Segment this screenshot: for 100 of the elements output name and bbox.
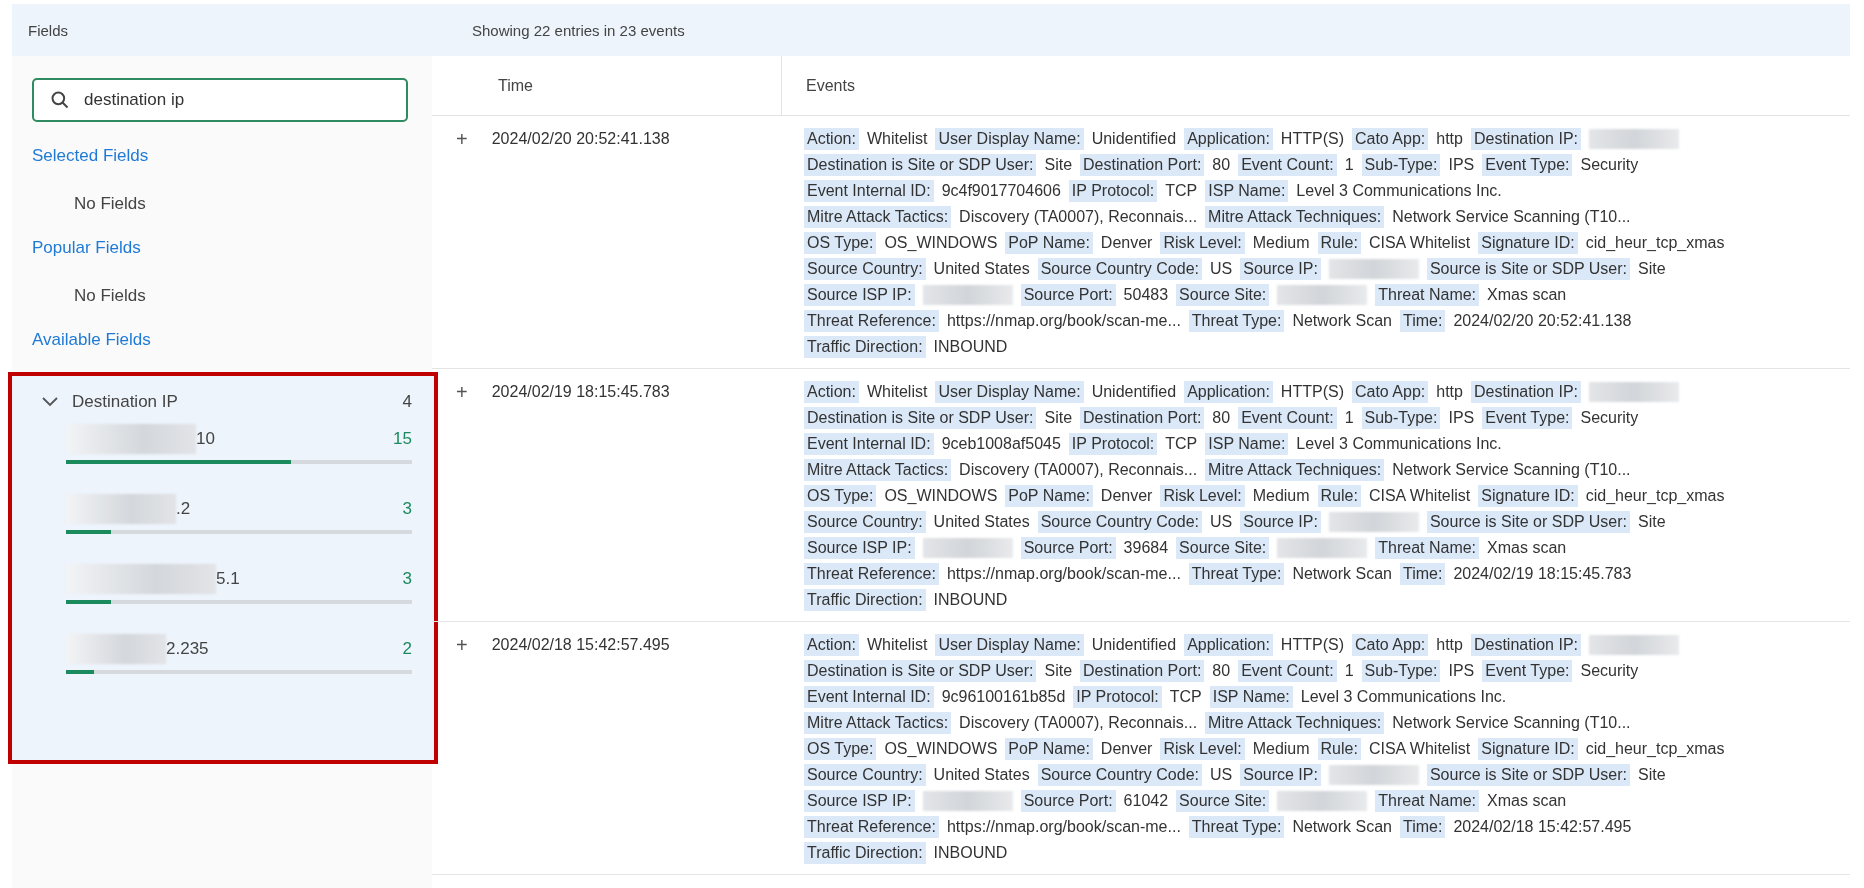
section-heading: Selected Fields bbox=[32, 146, 150, 166]
field-value: Security bbox=[1580, 408, 1639, 428]
field-value: Unidentified bbox=[1091, 635, 1177, 655]
field-value: Denver bbox=[1100, 486, 1153, 506]
field-label: ISP Name: bbox=[1205, 433, 1289, 455]
field-label: Threat Reference: bbox=[804, 310, 939, 332]
field-value: Site bbox=[1638, 259, 1666, 279]
field-label: Source Site: bbox=[1176, 790, 1270, 812]
field-label: Destination IP: bbox=[1470, 634, 1581, 656]
field-value: 39684 bbox=[1123, 538, 1169, 558]
expand-button[interactable]: + bbox=[456, 128, 468, 150]
field-value: Medium bbox=[1252, 486, 1310, 506]
field-value: Level 3 Communications Inc. bbox=[1296, 181, 1502, 201]
field-label: Source ISP IP: bbox=[804, 537, 915, 559]
field-value: TCP bbox=[1165, 434, 1198, 454]
value-text[interactable]: 10 bbox=[196, 429, 394, 449]
field-value: Network Scan bbox=[1292, 817, 1392, 837]
field-value: Level 3 Communications Inc. bbox=[1300, 687, 1507, 707]
summary-text: Showing 22 entries in 23 events bbox=[472, 21, 685, 39]
field-value: Whitelist bbox=[866, 129, 928, 149]
field-label: Event Internal ID: bbox=[804, 686, 934, 708]
field-label: Source Country Code: bbox=[1037, 764, 1202, 786]
field-value: HTTP(S) bbox=[1280, 382, 1344, 402]
field-label: Mitre Attack Techniques: bbox=[1205, 206, 1385, 228]
field-label: Action: bbox=[804, 634, 859, 656]
field-value: IPS bbox=[1448, 408, 1475, 428]
value-text[interactable]: .2 bbox=[176, 499, 403, 519]
column-header: Events bbox=[805, 75, 855, 96]
field-name[interactable]: Destination IP bbox=[72, 392, 389, 412]
field-value: cid_heur_tcp_xmas bbox=[1585, 739, 1725, 759]
field-value: Security bbox=[1580, 155, 1639, 175]
field-value: CISA Whitelist bbox=[1368, 486, 1471, 506]
field-label: Event Type: bbox=[1482, 660, 1573, 682]
field-value: Network Service Scanning (T10... bbox=[1392, 713, 1631, 733]
field-label: Threat Name: bbox=[1375, 790, 1480, 812]
field-value: OS_WINDOWS bbox=[884, 486, 998, 506]
value-count: 15 bbox=[393, 429, 412, 449]
field-value: Network Scan bbox=[1292, 564, 1392, 584]
field-value: INBOUND bbox=[933, 337, 1008, 357]
field-label: Source IP: bbox=[1240, 764, 1321, 786]
field-label: Source IP: bbox=[1240, 511, 1321, 533]
field-value: US bbox=[1210, 765, 1233, 785]
value-text[interactable]: 2.235 bbox=[166, 639, 403, 659]
field-value: https://nmap.org/book/scan-me... bbox=[946, 311, 1181, 331]
field-label: Event Type: bbox=[1482, 154, 1573, 176]
field-value: cid_heur_tcp_xmas bbox=[1585, 486, 1725, 506]
field-label: Destination Port: bbox=[1080, 154, 1205, 176]
field-value: INBOUND bbox=[933, 843, 1008, 863]
field-label: IP Protocol: bbox=[1068, 433, 1158, 455]
section-heading: Available Fields bbox=[32, 330, 152, 350]
field-label: Source is Site or SDP User: bbox=[1426, 258, 1631, 280]
field-label: Source ISP IP: bbox=[804, 284, 915, 306]
field-value: Whitelist bbox=[866, 635, 928, 655]
empty-text: No Fields bbox=[74, 194, 147, 214]
section-heading: Popular Fields bbox=[32, 238, 142, 258]
field-label: Time: bbox=[1399, 310, 1446, 332]
field-value: Discovery (TA0007), Reconnais... bbox=[959, 207, 1198, 227]
field-value: Xmas scan bbox=[1487, 285, 1567, 305]
field-label: Threat Type: bbox=[1188, 310, 1285, 332]
field-label: Destination is Site or SDP User: bbox=[804, 154, 1037, 176]
field-label: Event Count: bbox=[1238, 660, 1337, 682]
field-label: Source Country Code: bbox=[1037, 258, 1202, 280]
field-value: TCP bbox=[1169, 687, 1202, 707]
field-label: User Display Name: bbox=[935, 128, 1084, 150]
field-value: US bbox=[1210, 259, 1233, 279]
field-value: OS_WINDOWS bbox=[884, 739, 998, 759]
field-count: 4 bbox=[402, 392, 412, 412]
field-value: Site bbox=[1638, 512, 1666, 532]
field-label: Event Count: bbox=[1238, 407, 1337, 429]
field-label: Event Count: bbox=[1238, 154, 1337, 176]
field-value: cid_heur_tcp_xmas bbox=[1585, 233, 1725, 253]
field-value: 9c96100161b85d bbox=[941, 687, 1066, 707]
value-text[interactable]: 5.1 bbox=[216, 569, 403, 589]
field-value: 1 bbox=[1344, 155, 1354, 175]
field-label: OS Type: bbox=[804, 232, 877, 254]
chevron-icon[interactable] bbox=[42, 397, 58, 407]
field-label: Source Site: bbox=[1176, 284, 1270, 306]
expand-button[interactable]: + bbox=[456, 634, 468, 656]
field-label: Sub-Type: bbox=[1361, 407, 1441, 429]
field-label: Mitre Attack Tactics: bbox=[804, 459, 952, 481]
field-label: Mitre Attack Techniques: bbox=[1205, 712, 1385, 734]
field-value: http bbox=[1436, 129, 1463, 149]
field-value: 2024/02/20 20:52:41.138 bbox=[1453, 311, 1632, 331]
field-value: HTTP(S) bbox=[1280, 129, 1344, 149]
field-value: OS_WINDOWS bbox=[884, 233, 998, 253]
field-value: 9c4f9017704606 bbox=[941, 181, 1061, 201]
field-label: Mitre Attack Tactics: bbox=[804, 712, 952, 734]
field-label: Destination Port: bbox=[1080, 407, 1205, 429]
field-label: Rule: bbox=[1317, 738, 1361, 760]
field-label: Source Country: bbox=[804, 511, 926, 533]
search-field[interactable]: destination ip bbox=[32, 78, 408, 122]
expand-button[interactable]: + bbox=[456, 381, 468, 403]
field-value: United States bbox=[933, 259, 1030, 279]
field-label: Threat Name: bbox=[1375, 537, 1480, 559]
field-label: IP Protocol: bbox=[1068, 180, 1158, 202]
field-value: CISA Whitelist bbox=[1368, 739, 1471, 759]
field-label: Destination IP: bbox=[1470, 381, 1581, 403]
field-value: 61042 bbox=[1123, 791, 1169, 811]
field-label: Source Port: bbox=[1020, 790, 1116, 812]
field-label: Source ISP IP: bbox=[804, 790, 915, 812]
